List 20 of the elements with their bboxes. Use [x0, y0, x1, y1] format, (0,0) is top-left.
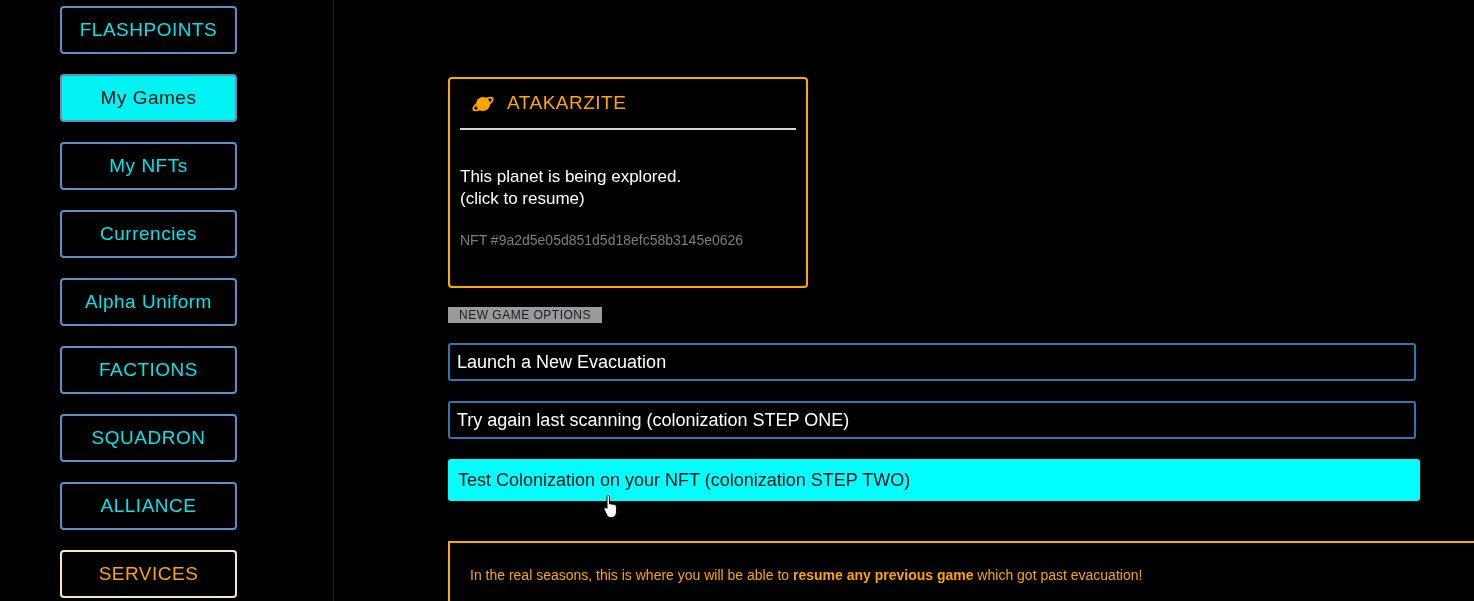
sidebar-nav-button[interactable]: SERVICES: [60, 550, 237, 598]
section-label: NEW GAME OPTIONS: [448, 307, 602, 323]
game-option-button[interactable]: Test Colonization on your NFT (colonization STEP TWO): [448, 459, 1420, 501]
hand-cursor-icon: [603, 494, 619, 518]
planet-name: ATAKARZITE: [507, 91, 627, 116]
sidebar-nav-button[interactable]: FACTIONS: [60, 346, 237, 394]
nft-id-text: NFT #9a2d5e05d851d5d18efc58b3145e0626: [460, 231, 745, 249]
sidebar-nav-button[interactable]: Currencies: [60, 210, 237, 258]
sidebar-nav-button[interactable]: My Games: [60, 74, 237, 122]
resume-hint-text: (click to resume): [460, 188, 586, 210]
sidebar-nav-button[interactable]: FLASHPOINTS: [60, 6, 237, 54]
sidebar-nav-button[interactable]: SQUADRON: [60, 414, 237, 462]
game-option-button[interactable]: Launch a New Evacuation: [448, 343, 1416, 381]
sidebar-nav-button[interactable]: My NFTs: [60, 142, 237, 190]
sidebar-nav-button[interactable]: Alpha Uniform: [60, 278, 237, 326]
sidebar-nav-button[interactable]: ALLIANCE: [60, 482, 237, 530]
planet-card[interactable]: ATAKARZITE This planet is being explored. (click to resume) NFT #9a2d5e05d851d5d18efc58b3145e0626: [448, 77, 808, 288]
notice-text: In the real seasons, this is where you will be able to resume any previous game which got past evacuation!: [470, 567, 1143, 583]
planet-status-text: This planet is being explored.: [460, 166, 683, 188]
game-option-button[interactable]: Try again last scanning (colonization STEP ONE): [448, 401, 1416, 439]
